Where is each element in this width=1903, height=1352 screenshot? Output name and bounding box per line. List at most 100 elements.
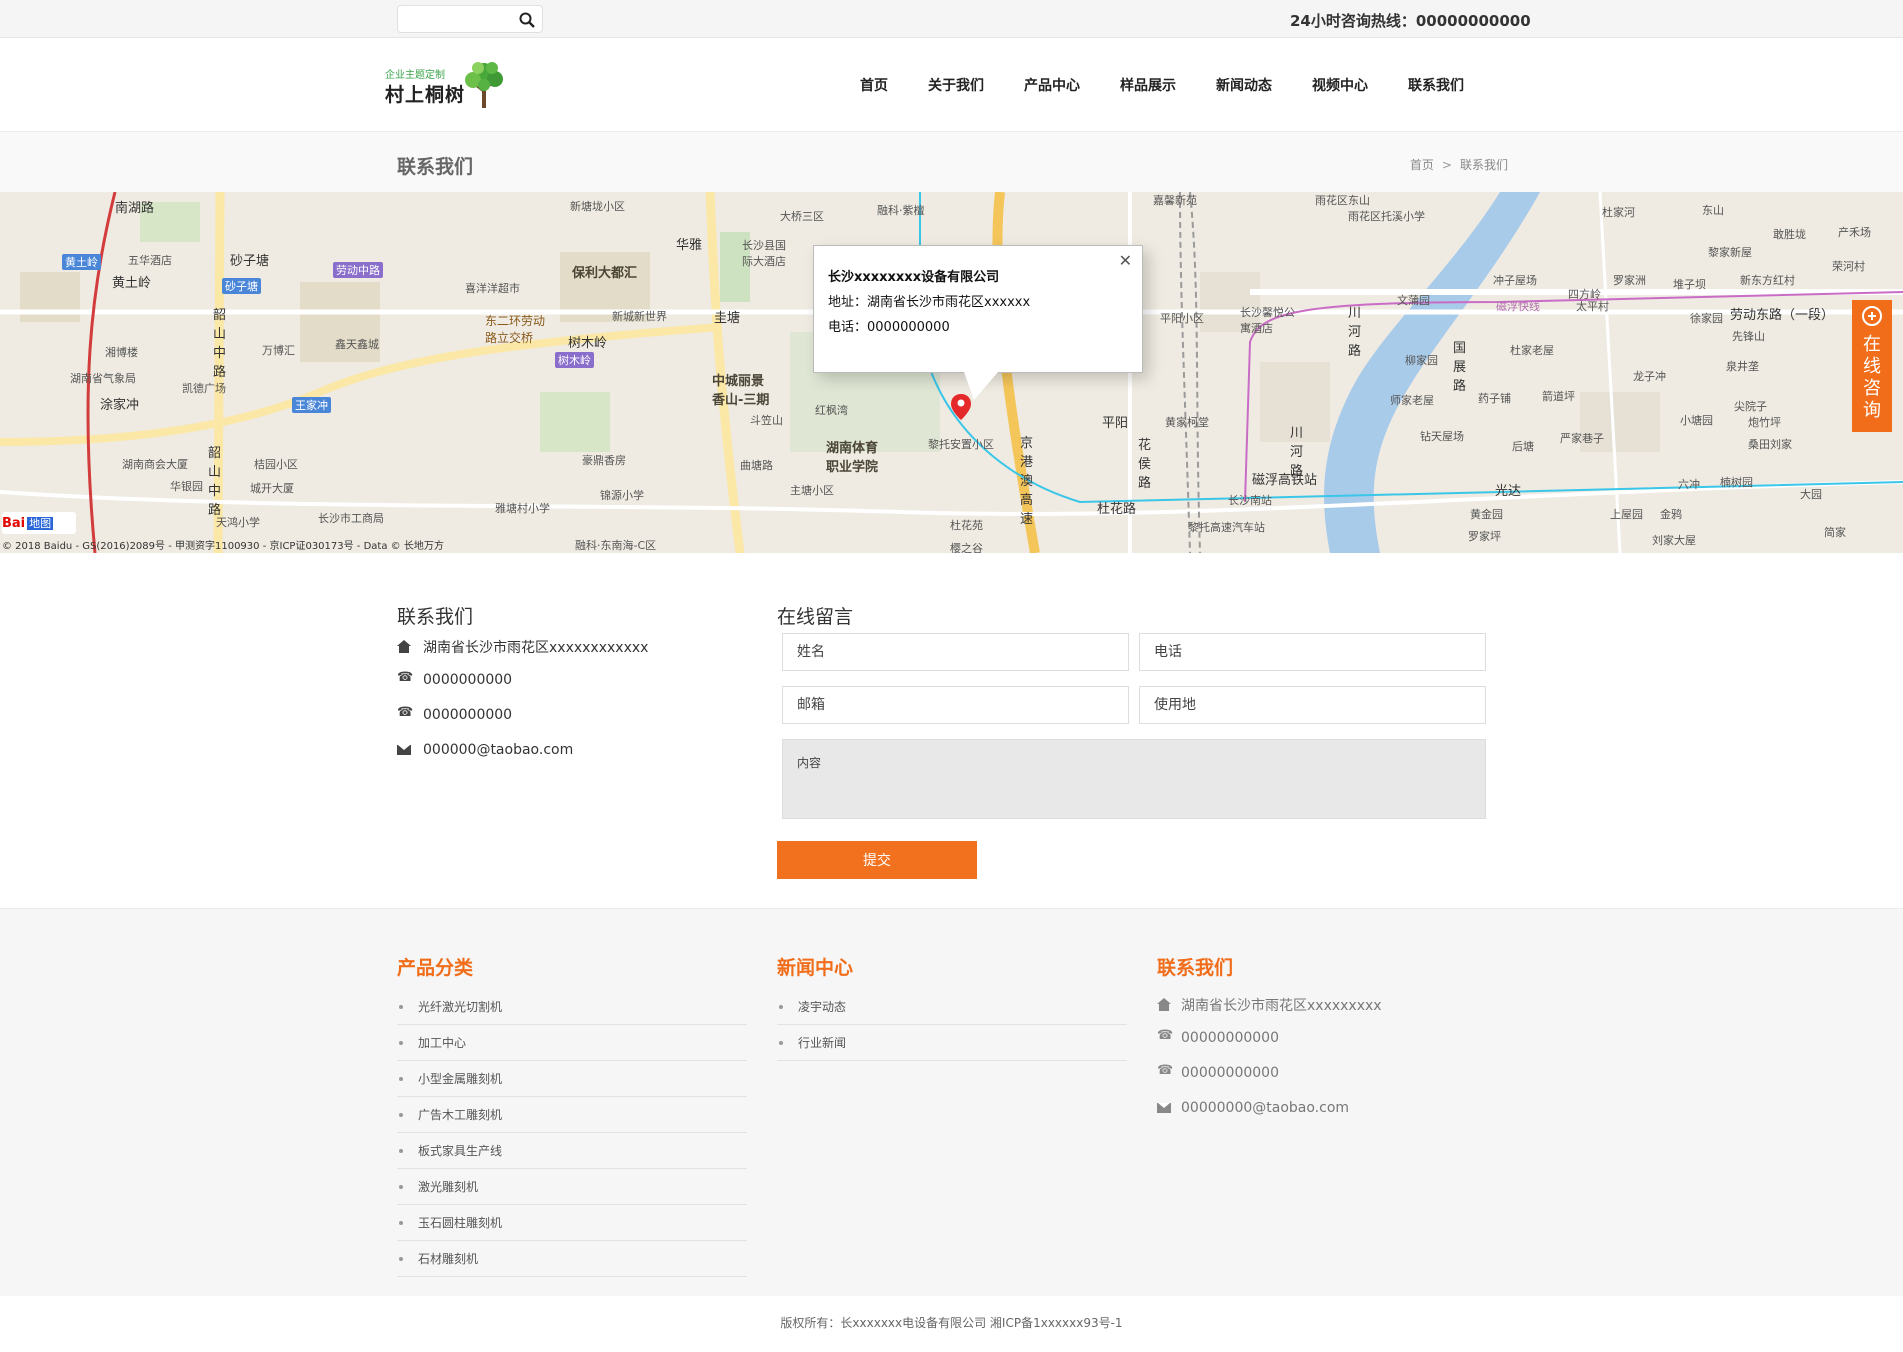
site-header: 企业主题定制 村上桐树 首页 关于我们 产品中心 样品展示 新闻动态 视频中心 … (0, 38, 1903, 131)
map-label: 杜花苑 (950, 519, 983, 532)
map-label: 曲塘路 (740, 459, 773, 472)
tree-icon (465, 62, 503, 108)
map-label: 黄家柯堂 (1165, 416, 1209, 429)
info-company: 长沙xxxxxxxx设备有限公司 (828, 270, 1000, 285)
contact-phone-2-text: 0000000000 (423, 707, 513, 723)
map-label: 杜家河 (1602, 206, 1635, 219)
footer-phone-1-text: 00000000000 (1181, 1030, 1279, 1046)
footer-phone-2: 00000000000 (1157, 1063, 1279, 1081)
map-label: 豪鼎香房 (582, 454, 626, 467)
list-item[interactable]: 凌宇动态 (777, 989, 1127, 1025)
list-item[interactable]: 广告木工雕刻机 (397, 1097, 747, 1133)
map-label: 黎托高速汽车站 (1188, 521, 1265, 534)
map-label: 药子铺 (1478, 392, 1511, 405)
map-label: 堆子坝 (1673, 278, 1706, 291)
site-footer: 产品分类 光纤激光切割机 加工中心 小型金属雕刻机 广告木工雕刻机 板式家具生产… (0, 908, 1903, 1296)
map-label: 万博汇 (262, 344, 295, 357)
map-label: 樱之谷 (950, 542, 983, 553)
phone-field-box (1139, 633, 1486, 671)
name-input[interactable] (783, 634, 1128, 670)
map-label: 黄土岭 (112, 276, 152, 291)
info-address: 地址：湖南省长沙市雨花区xxxxxx (828, 295, 1031, 310)
nav-contact[interactable]: 联系我们 (1408, 75, 1464, 95)
map-label: 长沙南站 (1228, 494, 1272, 507)
map-label: 花侯路 (1138, 438, 1152, 491)
phone-icon (1157, 1063, 1173, 1080)
map-label: 红枫湾 (815, 404, 848, 417)
site-logo[interactable]: 企业主题定制 村上桐树 (383, 58, 508, 114)
submit-button[interactable]: 提交 (777, 841, 977, 879)
map-label: 城开大厦 (250, 482, 294, 495)
map-label: 平阳小区 (1160, 312, 1204, 325)
search-icon[interactable] (518, 11, 536, 29)
map-label: 文蒲园 (1397, 294, 1430, 307)
map-label: 平阳 (1102, 416, 1129, 431)
map-label: 嘉馨新苑 (1153, 194, 1197, 207)
list-item[interactable]: 加工中心 (397, 1025, 747, 1061)
content-textarea[interactable] (783, 740, 1485, 818)
logo-brand: 村上桐树 (385, 84, 466, 106)
map-label: 长沙馨悦公寓酒店 (1240, 306, 1295, 335)
map-label: 严家巷子 (1560, 432, 1604, 445)
baidu-map-logo[interactable]: Bai 地图 (2, 512, 76, 534)
email-input[interactable] (783, 687, 1128, 723)
map-label: 五华酒店 (128, 254, 172, 267)
footer-address-text: 湖南省长沙市雨花区xxxxxxxxx (1181, 998, 1382, 1014)
map-label: 东二环劳动路立交桥 (485, 314, 546, 345)
map-label: 长沙市工商局 (318, 512, 384, 525)
map-label: 喜洋洋超市 (465, 282, 520, 295)
breadcrumb-home[interactable]: 首页 (1410, 158, 1434, 172)
map-label: 大园 (1800, 488, 1822, 501)
list-item[interactable]: 石材雕刻机 (397, 1241, 747, 1277)
list-item[interactable]: 小型金属雕刻机 (397, 1061, 747, 1097)
map-label: 劳动东路（一段） (1730, 308, 1835, 323)
map-label: 楠树园 (1720, 476, 1753, 489)
close-icon[interactable]: ✕ (1119, 251, 1132, 270)
list-item[interactable]: 板式家具生产线 (397, 1133, 747, 1169)
map-label: 湖南体育职业学院 (826, 441, 879, 475)
map-label: 炮竹坪 (1748, 416, 1781, 429)
nav-video[interactable]: 视频中心 (1312, 75, 1368, 95)
baidu-map[interactable]: 南湖路 黄土岭 黄土岭 砂子塘 砂子塘 五华酒店 劳动中路 保利大都汇 华雅 圭… (0, 192, 1903, 553)
map-label: 砂子塘 (222, 278, 261, 294)
map-label: 黎家新屋 (1708, 246, 1752, 259)
map-label: 产禾场 (1838, 226, 1871, 239)
map-label: 韶山中路 (213, 308, 227, 380)
nav-products[interactable]: 产品中心 (1024, 75, 1080, 95)
map-label: 雨花区托溪小学 (1348, 210, 1425, 223)
map-label: 锦源小学 (600, 489, 644, 502)
map-copyright: © 2018 Baidu - GS(2016)2089号 - 甲测资字11009… (2, 541, 444, 552)
region-field-box (1139, 686, 1486, 724)
map-label: 树木岭 (555, 352, 594, 368)
list-item[interactable]: 玉石圆柱雕刻机 (397, 1205, 747, 1241)
list-item[interactable]: 行业新闻 (777, 1025, 1127, 1061)
nav-samples[interactable]: 样品展示 (1120, 75, 1176, 95)
nav-home[interactable]: 首页 (860, 75, 888, 95)
name-field-box (782, 633, 1129, 671)
map-label: 金鸦 (1660, 508, 1682, 521)
phone-input[interactable] (1140, 634, 1485, 670)
map-label: 川河路 (1348, 306, 1362, 359)
hotline-text: 24小时咨询热线：00000000000 (1290, 12, 1531, 30)
online-consult-button[interactable]: 在线咨询 (1852, 300, 1892, 432)
region-input[interactable] (1140, 687, 1485, 723)
map-label: 保利大都汇 (572, 266, 638, 281)
search-input[interactable] (406, 10, 506, 30)
map-label: 国展路 (1453, 341, 1467, 394)
nav-about[interactable]: 关于我们 (928, 75, 984, 95)
email-field-box (782, 686, 1129, 724)
map-label: 荣河村 (1832, 260, 1865, 273)
map-label: 湖南商会大厦 (122, 458, 188, 471)
map-label: 天鸿小学 (216, 516, 260, 529)
map-label: 雅塘村小学 (495, 502, 550, 515)
map-label: 黄金园 (1470, 508, 1503, 521)
map-label: 融科·东南海-C区 (575, 539, 657, 552)
map-label: 磁浮高铁站 (1252, 473, 1318, 488)
map-label: 钻天屋场 (1420, 430, 1464, 443)
nav-news[interactable]: 新闻动态 (1216, 75, 1272, 95)
map-label: 鑫天鑫城 (335, 338, 379, 351)
list-item[interactable]: 光纤激光切割机 (397, 989, 747, 1025)
info-window-tail (964, 372, 998, 400)
footer-email: 00000000@taobao.com (1157, 1100, 1349, 1116)
list-item[interactable]: 激光雕刻机 (397, 1169, 747, 1205)
